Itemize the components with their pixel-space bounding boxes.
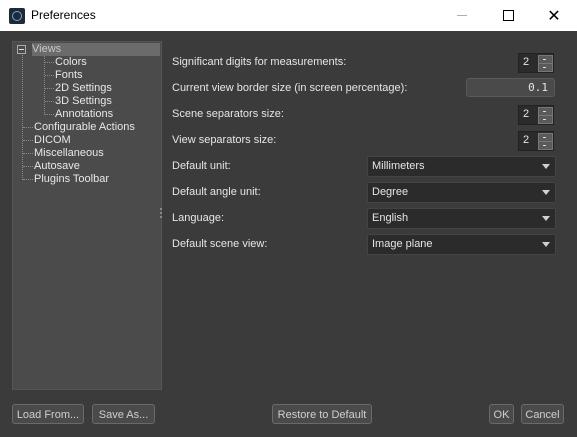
collapse-icon[interactable] — [17, 45, 26, 54]
scene-separators-spinbox[interactable]: 2 — [518, 105, 554, 125]
select-value: Image plane — [372, 238, 433, 250]
tree-item-fonts[interactable]: Fonts — [55, 69, 83, 82]
tree-item-autosave[interactable]: Autosave — [34, 160, 80, 173]
language-select[interactable]: English — [367, 208, 556, 229]
maximize-button[interactable] — [485, 0, 531, 31]
tree-item-label: 2D Settings — [55, 82, 112, 94]
tree-item-label: DICOM — [34, 134, 71, 146]
select-value: Millimeters — [372, 160, 425, 172]
chevron-down-icon — [542, 216, 550, 221]
close-button[interactable]: ✕ — [531, 0, 577, 31]
tree-guide-line — [45, 101, 54, 102]
tree-guide-line — [45, 114, 54, 115]
spinbox-value: 2 — [523, 56, 530, 68]
app-logo-icon — [9, 8, 25, 24]
tree-item-label: Configurable Actions — [34, 121, 135, 133]
scene-separators-label: Scene separators size: — [172, 108, 284, 120]
tree-item-label: Views — [32, 43, 62, 55]
tree-guide-line — [45, 62, 54, 63]
close-icon: ✕ — [547, 5, 561, 25]
tree-item-colors[interactable]: Colors — [55, 56, 87, 69]
tree-guide-line — [45, 75, 54, 76]
view-separators-label: View separators size: — [172, 134, 277, 146]
language-label: Language: — [172, 212, 224, 224]
view-separators-spinbox[interactable]: 2 — [518, 131, 554, 151]
tree-guide-line — [23, 127, 33, 128]
select-value: English — [372, 212, 409, 224]
spinbox-value: 2 — [523, 108, 530, 120]
preferences-tree[interactable]: Views Colors Fonts 2D Settings 3D Settin… — [12, 41, 162, 390]
border-size-label: Current view border size (in screen perc… — [172, 82, 408, 94]
default-angle-unit-select[interactable]: Degree — [367, 182, 556, 203]
tree-item-miscellaneous[interactable]: Miscellaneous — [34, 147, 104, 160]
tree-guide-line — [45, 88, 54, 89]
load-from-button[interactable]: Load From... — [12, 404, 84, 424]
minimize-button[interactable] — [439, 0, 485, 31]
tree-item-annotations[interactable]: Annotations — [55, 108, 113, 121]
ok-button[interactable]: OK — [489, 404, 514, 424]
tree-item-label: Annotations — [55, 108, 114, 120]
spin-down-icon[interactable] — [538, 141, 553, 150]
tree-item-label: Fonts — [55, 69, 83, 81]
default-scene-view-label: Default scene view: — [172, 238, 268, 250]
spin-down-icon[interactable] — [538, 115, 553, 124]
tree-guide-line — [23, 140, 33, 141]
save-as-button[interactable]: Save As... — [92, 404, 155, 424]
default-angle-unit-label: Default angle unit: — [172, 186, 261, 198]
chevron-down-icon — [542, 242, 550, 247]
tree-item-label: 3D Settings — [55, 95, 112, 107]
field-value: 0.1 — [528, 81, 548, 94]
splitter-handle[interactable] — [160, 208, 163, 222]
default-scene-view-select[interactable]: Image plane — [367, 234, 556, 255]
tree-item-dicom[interactable]: DICOM — [34, 134, 71, 147]
border-size-input[interactable]: 0.1 — [466, 78, 555, 97]
significant-digits-spinbox[interactable]: 2 — [518, 53, 554, 73]
default-unit-select[interactable]: Millimeters — [367, 156, 556, 177]
select-value: Degree — [372, 186, 409, 198]
minimize-icon — [457, 15, 467, 16]
tree-guide-line — [23, 153, 33, 154]
tree-item-plugins-toolbar[interactable]: Plugins Toolbar — [34, 173, 109, 186]
tree-item-configurable-actions[interactable]: Configurable Actions — [34, 121, 135, 134]
cancel-button[interactable]: Cancel — [521, 404, 564, 424]
tree-item-label: Autosave — [34, 160, 80, 172]
tree-item-3d-settings[interactable]: 3D Settings — [55, 95, 112, 108]
tree-guide-line — [23, 179, 33, 180]
tree-item-2d-settings[interactable]: 2D Settings — [55, 82, 112, 95]
chevron-down-icon — [542, 164, 550, 169]
spinbox-value: 2 — [523, 134, 530, 146]
maximize-icon — [502, 10, 514, 21]
tree-guide-line — [22, 55, 23, 180]
chevron-down-icon — [542, 190, 550, 195]
default-unit-label: Default unit: — [172, 160, 231, 172]
spin-down-icon[interactable] — [538, 63, 553, 72]
tree-item-label: Colors — [55, 56, 87, 68]
window-title: Preferences — [31, 8, 96, 22]
tree-guide-line — [23, 166, 33, 167]
tree-guide-line — [44, 55, 45, 115]
significant-digits-label: Significant digits for measurements: — [172, 56, 347, 68]
restore-default-button[interactable]: Restore to Default — [272, 404, 372, 424]
tree-item-label: Miscellaneous — [34, 147, 104, 159]
tree-item-views[interactable]: Views — [32, 43, 160, 56]
tree-item-label: Plugins Toolbar — [34, 173, 110, 185]
title-bar: Preferences ✕ — [0, 0, 577, 31]
